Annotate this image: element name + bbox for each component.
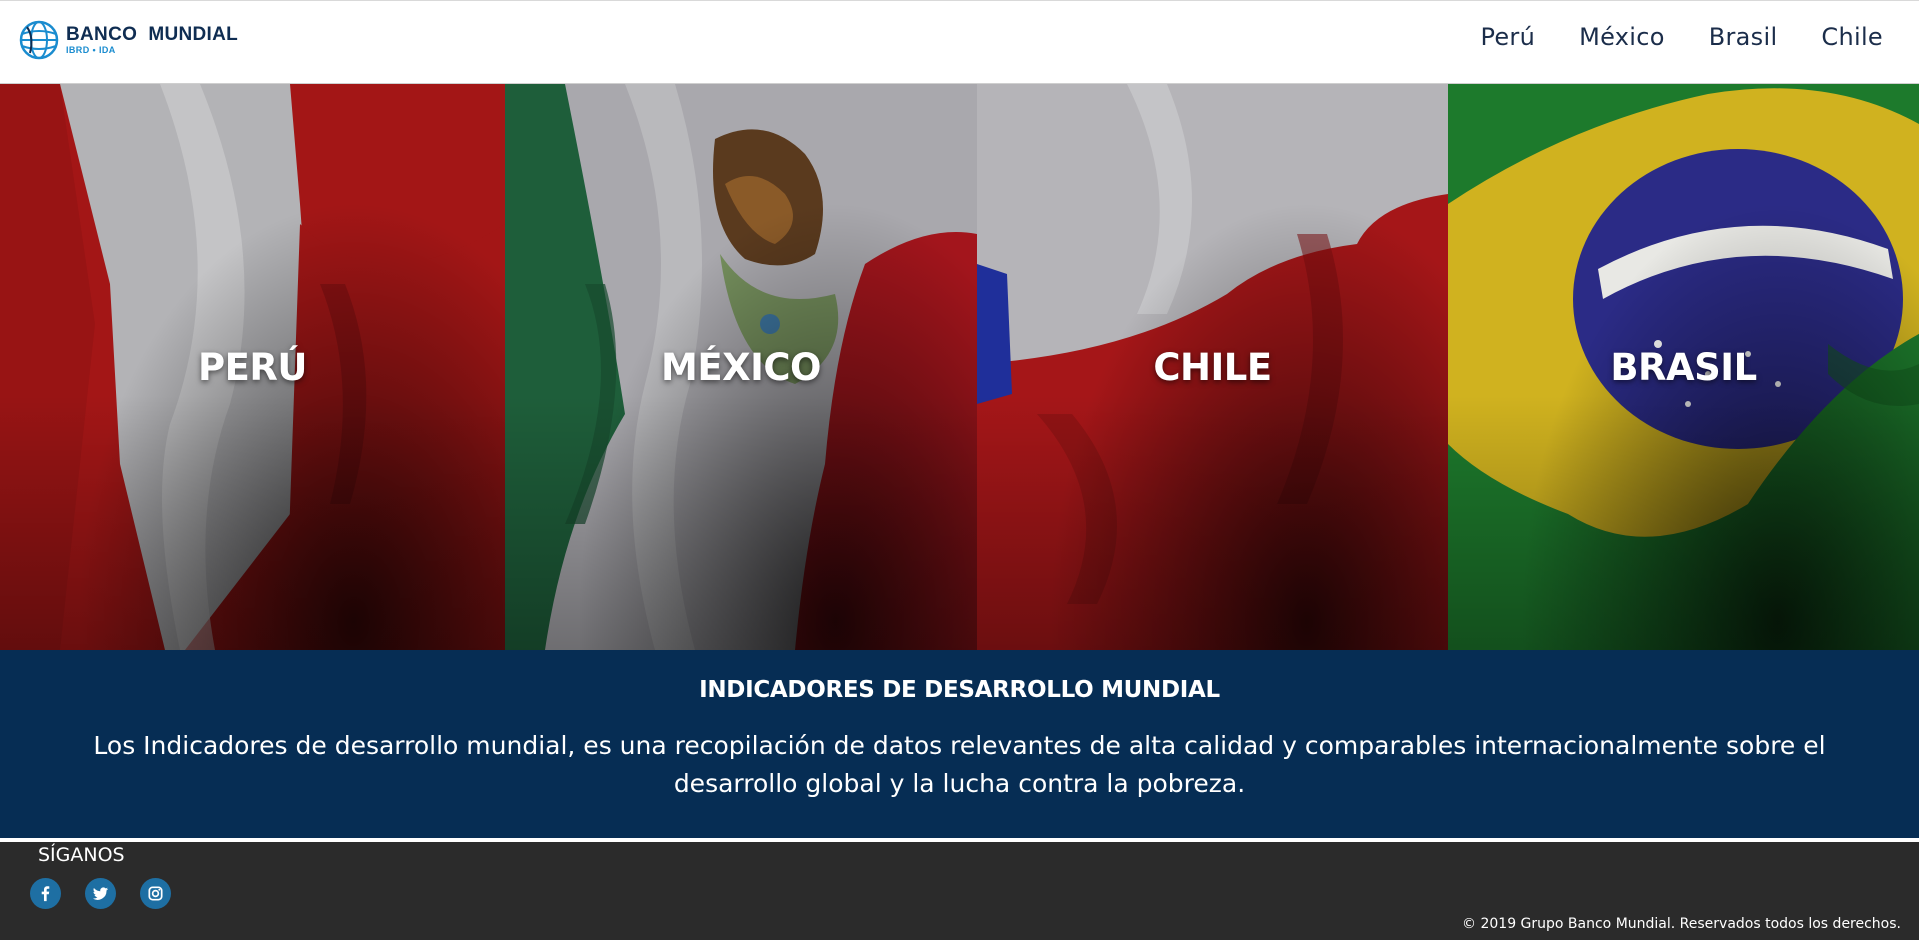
main-nav: Perú México Brasil Chile	[1480, 23, 1883, 51]
indicators-title: INDICADORES DE DESARROLLO MUNDIAL	[699, 677, 1220, 703]
panel-peru[interactable]: PERÚ	[0, 84, 505, 650]
indicators-section: INDICADORES DE DESARROLLO MUNDIAL Los In…	[0, 650, 1919, 838]
panel-label-peru: PERÚ	[198, 346, 307, 389]
banco-mundial-logo[interactable]: BANCO MUNDIAL IBRD • IDA	[18, 19, 238, 61]
panel-mexico[interactable]: MÉXICO	[505, 84, 977, 650]
copyright-text: © 2019 Grupo Banco Mundial. Reservados t…	[1462, 916, 1901, 932]
nav-link-chile[interactable]: Chile	[1821, 23, 1883, 51]
panel-label-brasil: BRASIL	[1610, 346, 1757, 389]
instagram-icon[interactable]	[140, 878, 171, 909]
nav-link-peru[interactable]: Perú	[1480, 23, 1535, 51]
logo-subtitle: IBRD • IDA	[66, 45, 116, 55]
panel-brasil[interactable]: BRASIL	[1448, 84, 1919, 650]
logo-name: BANCO MUNDIAL	[66, 24, 239, 45]
footer: SÍGANOS © 2019 Grupo Banco Mundial. Rese…	[0, 842, 1919, 940]
globe-icon	[19, 20, 59, 60]
panel-chile[interactable]: CHILE	[977, 84, 1448, 650]
twitter-icon[interactable]	[85, 878, 116, 909]
indicators-description: Los Indicadores de desarrollo mundial, e…	[93, 731, 1826, 798]
country-panels: PERÚ MÉXICO CHILE BRASIL	[0, 84, 1919, 650]
facebook-icon[interactable]	[30, 878, 61, 909]
panel-label-chile: CHILE	[1153, 346, 1272, 389]
nav-link-mexico[interactable]: México	[1579, 23, 1665, 51]
nav-link-brasil[interactable]: Brasil	[1709, 23, 1778, 51]
social-links	[30, 878, 171, 909]
panel-label-mexico: MÉXICO	[661, 346, 822, 389]
follow-us-label: SÍGANOS	[38, 844, 125, 866]
top-header: BANCO MUNDIAL IBRD • IDA Perú México Bra…	[0, 0, 1919, 84]
